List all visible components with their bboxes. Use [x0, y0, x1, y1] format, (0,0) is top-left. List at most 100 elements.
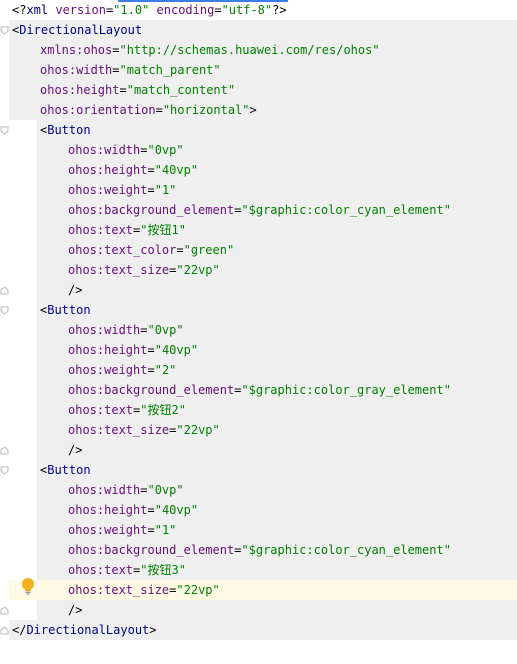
token-val: "1" — [154, 523, 177, 537]
token-attr: ohos:text_size — [68, 423, 170, 437]
token-attr: ohos:background_element — [68, 203, 235, 217]
fold-icon[interactable] — [0, 126, 9, 135]
code-text: ohos:text_size="22vp" — [68, 420, 220, 440]
token-val: "http://schemas.huawei.com/res/ohos" — [119, 43, 380, 57]
token-punct: <? — [12, 3, 27, 17]
lightbulb-icon[interactable] — [20, 577, 36, 595]
token-punct: ?> — [272, 3, 287, 17]
token-attr: ohos:height — [68, 343, 148, 357]
token-attr: ohos:background_element — [68, 543, 235, 557]
code-text: ohos:text="按钮1" — [68, 220, 186, 240]
code-line[interactable]: </DirectionalLayout> — [0, 620, 517, 640]
code-line[interactable]: ohos:background_element="$graphic:color_… — [0, 200, 517, 220]
code-line[interactable]: <?xml version="1.0" encoding="utf-8"?> — [0, 0, 517, 20]
code-text: ohos:background_element="$graphic:color_… — [68, 200, 451, 220]
code-line[interactable]: ohos:text="按钮1" — [0, 220, 517, 240]
code-line[interactable]: ohos:text_color="green" — [0, 240, 517, 260]
token-attr: ohos:text — [68, 403, 134, 417]
code-line[interactable]: ohos:orientation="horizontal"> — [0, 100, 517, 120]
fold-icon[interactable] — [0, 446, 9, 455]
token-val: "0vp" — [147, 323, 184, 337]
token-val: "按钮2" — [140, 403, 186, 417]
code-text: ohos:weight="1" — [68, 520, 176, 540]
token-eq: = — [147, 523, 155, 537]
token-tag — [149, 3, 156, 17]
code-text: ohos:width="0vp" — [68, 480, 184, 500]
fold-icon[interactable] — [0, 606, 9, 615]
code-line[interactable]: ohos:text="按钮3" — [0, 560, 517, 580]
code-text: ohos:width="0vp" — [68, 320, 184, 340]
code-line[interactable]: <DirectionalLayout — [0, 20, 517, 40]
token-punct: > — [149, 623, 157, 637]
code-text: ohos:height="40vp" — [68, 160, 198, 180]
token-attr: ohos:background_element — [68, 383, 235, 397]
fold-icon[interactable] — [0, 306, 9, 315]
token-val: "40vp" — [154, 163, 199, 177]
token-attr: ohos:text_size — [68, 263, 170, 277]
token-val: "1" — [154, 183, 177, 197]
token-attr: ohos:orientation — [40, 103, 156, 117]
code-line[interactable]: ohos:weight="1" — [0, 180, 517, 200]
token-tag: Button — [47, 123, 91, 137]
code-line[interactable]: /> — [0, 440, 517, 460]
token-punct: > — [249, 103, 257, 117]
code-line[interactable]: ohos:height="40vp" — [0, 500, 517, 520]
code-line[interactable]: ohos:width="0vp" — [0, 140, 517, 160]
code-text: /> — [68, 280, 82, 300]
token-punct: /> — [68, 603, 83, 617]
code-line[interactable]: <Button — [0, 460, 517, 480]
token-eq: = — [147, 163, 155, 177]
code-text: ohos:orientation="horizontal"> — [40, 100, 257, 120]
token-val: "horizontal" — [162, 103, 250, 117]
indent-band — [37, 600, 517, 620]
token-val: "0vp" — [147, 143, 184, 157]
code-line[interactable]: xmlns:ohos="http://schemas.huawei.com/re… — [0, 40, 517, 60]
code-line[interactable]: /> — [0, 600, 517, 620]
token-eq: = — [119, 83, 127, 97]
token-val: "22vp" — [176, 423, 220, 437]
code-line[interactable]: ohos:width="match_parent" — [0, 60, 517, 80]
token-val: "match_parent" — [119, 63, 221, 77]
token-eq: = — [155, 103, 163, 117]
token-attr: ohos:text_color — [68, 243, 177, 257]
token-eq: = — [147, 503, 155, 517]
code-text: ohos:text_size="22vp" — [68, 260, 220, 280]
code-line[interactable]: ohos:height="40vp" — [0, 160, 517, 180]
code-text: ohos:width="match_parent" — [40, 60, 221, 80]
code-text: <Button — [40, 120, 91, 140]
code-line[interactable]: ohos:width="0vp" — [0, 320, 517, 340]
fold-icon[interactable] — [0, 626, 9, 635]
code-line[interactable]: ohos:text="按钮2" — [0, 400, 517, 420]
token-tag: Button — [47, 463, 91, 477]
token-attr: ohos:height — [40, 83, 120, 97]
code-line[interactable]: <Button — [0, 120, 517, 140]
code-line[interactable]: ohos:text_size="22vp" — [0, 580, 517, 600]
code-line[interactable]: ohos:height="40vp" — [0, 340, 517, 360]
code-line[interactable]: ohos:height="match_content" — [0, 80, 517, 100]
token-attr: ohos:height — [68, 503, 148, 517]
token-val: "match_content" — [126, 83, 236, 97]
code-text: <Button — [40, 300, 91, 320]
code-line[interactable]: ohos:width="0vp" — [0, 480, 517, 500]
fold-icon[interactable] — [0, 466, 9, 475]
code-text: ohos:background_element="$graphic:color_… — [68, 540, 451, 560]
code-text: <Button — [40, 460, 91, 480]
token-punct: </ — [12, 623, 27, 637]
code-line[interactable]: ohos:weight="2" — [0, 360, 517, 380]
code-line[interactable]: ohos:text_size="22vp" — [0, 420, 517, 440]
token-attr: ohos:weight — [68, 523, 148, 537]
code-line[interactable]: ohos:background_element="$graphic:color_… — [0, 380, 517, 400]
code-line[interactable]: ohos:weight="1" — [0, 520, 517, 540]
code-text: </DirectionalLayout> — [12, 620, 157, 640]
code-line[interactable]: /> — [0, 280, 517, 300]
code-editor[interactable]: <?xml version="1.0" encoding="utf-8"?> <D… — [0, 0, 517, 664]
code-line[interactable]: ohos:text_size="22vp" — [0, 260, 517, 280]
fold-icon[interactable] — [0, 286, 9, 295]
token-val: "0vp" — [147, 483, 184, 497]
token-attr: ohos:width — [68, 483, 141, 497]
code-line[interactable]: ohos:background_element="$graphic:color_… — [0, 540, 517, 560]
fold-icon[interactable] — [0, 26, 9, 35]
code-line[interactable]: <Button — [0, 300, 517, 320]
token-val: "22vp" — [176, 583, 220, 597]
token-attr: ohos:weight — [68, 183, 148, 197]
